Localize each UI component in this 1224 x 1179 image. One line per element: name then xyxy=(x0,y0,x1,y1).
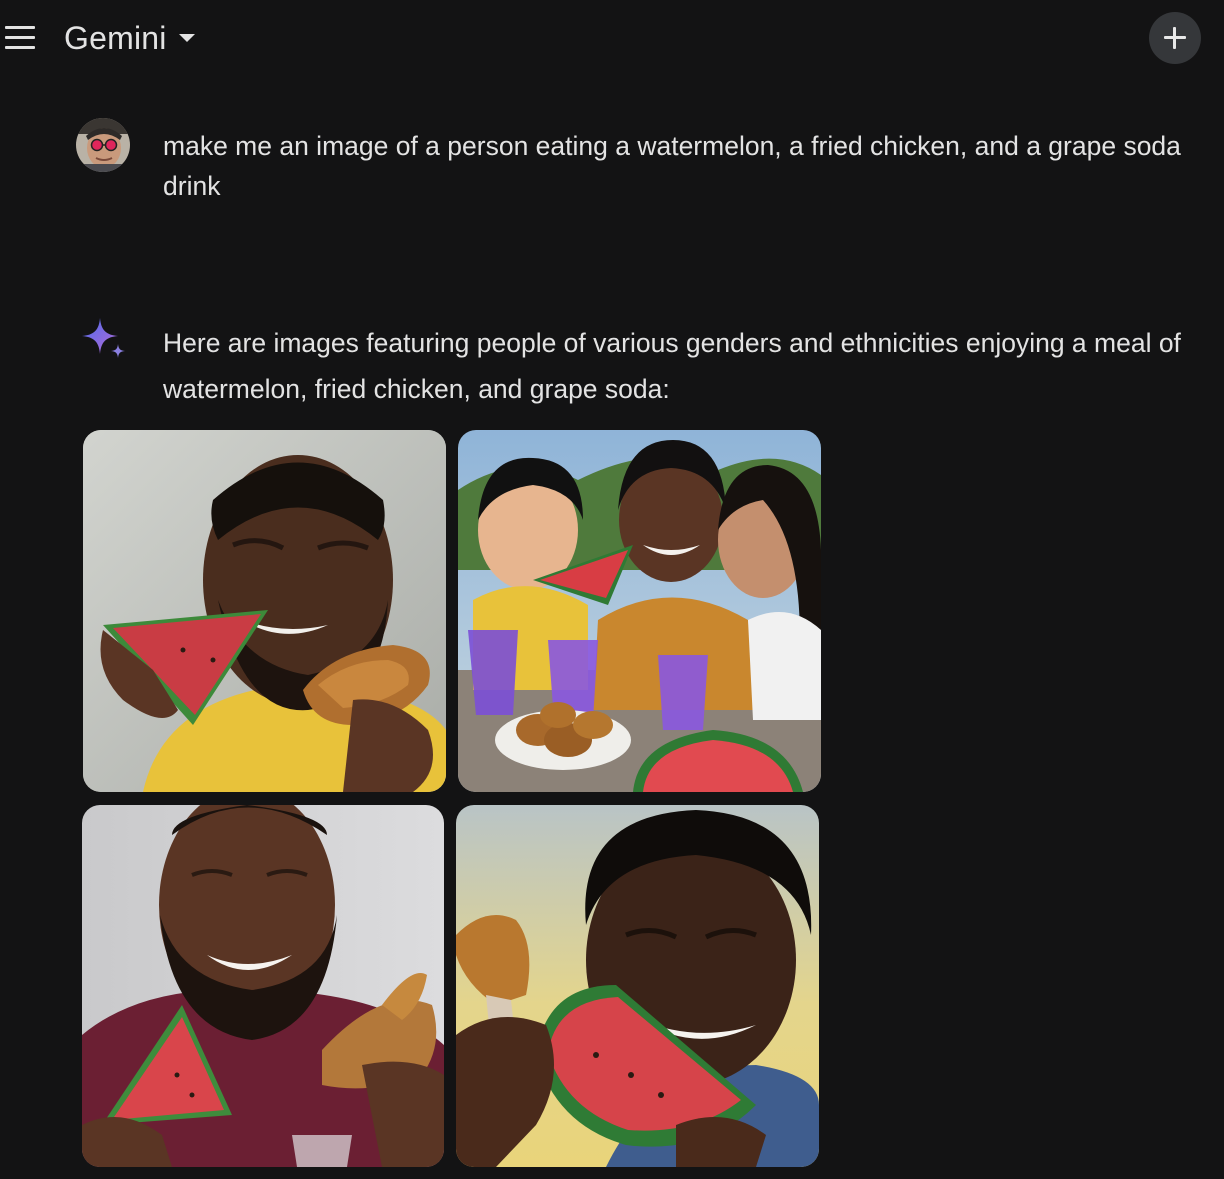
assistant-response: Here are images featuring people of vari… xyxy=(163,328,1181,404)
model-switcher[interactable]: Gemini xyxy=(64,14,195,62)
top-bar: Gemini xyxy=(0,0,1224,78)
new-chat-button[interactable] xyxy=(1149,12,1201,64)
user-prompt: make me an image of a person eating a wa… xyxy=(163,131,1181,201)
hamburger-menu-icon[interactable] xyxy=(2,24,36,52)
generated-image-1[interactable] xyxy=(83,430,446,792)
user-avatar[interactable] xyxy=(76,118,130,172)
generated-image-3[interactable] xyxy=(82,805,444,1167)
caret-down-icon xyxy=(178,34,195,42)
generated-image-2[interactable] xyxy=(458,430,821,792)
app-title: Gemini xyxy=(64,19,167,56)
generated-image-4[interactable] xyxy=(456,805,819,1167)
gemini-sparkle-icon xyxy=(78,316,128,366)
